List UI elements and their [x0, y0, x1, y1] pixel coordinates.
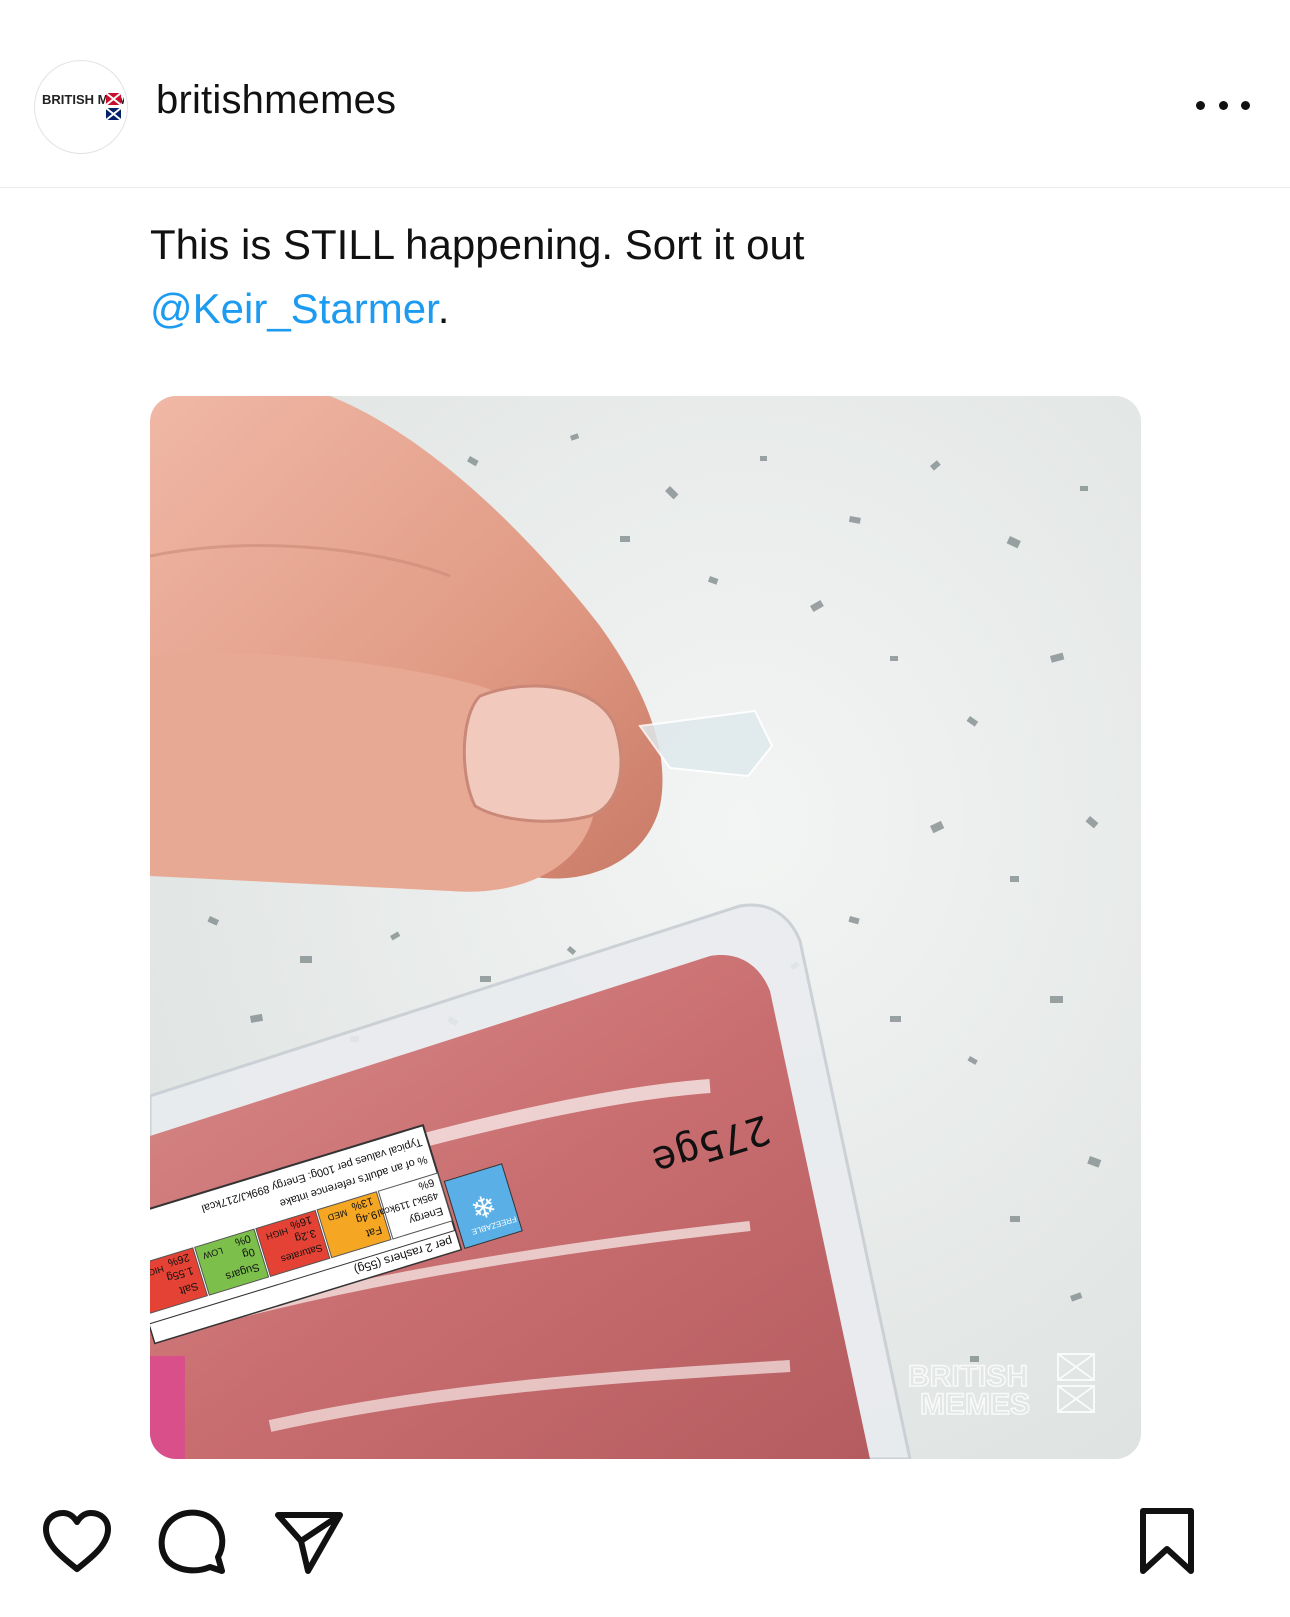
photo-illustration: per 2 rashers (55g) Energy Fat Saturates… [150, 396, 1141, 1459]
dot [1218, 100, 1228, 110]
avatar[interactable]: BRITISH MEMES [34, 60, 128, 154]
like-button[interactable] [40, 1505, 114, 1579]
dot [1196, 100, 1205, 110]
username[interactable]: britishmemes [156, 78, 396, 123]
dot [1241, 100, 1250, 110]
watermark-line-2: MEMES [920, 1388, 1030, 1421]
post-image[interactable]: per 2 rashers (55g) Energy Fat Saturates… [150, 396, 1141, 1459]
more-options-button[interactable] [1196, 90, 1250, 120]
mention-link[interactable]: @Keir_Starmer [150, 285, 438, 332]
bookmark-icon [1140, 1508, 1194, 1574]
britishmemes-logo-icon: BRITISH MEMES [42, 92, 124, 121]
share-button[interactable] [272, 1505, 346, 1579]
tweet-body: This is STILL happening. Sort it out [150, 221, 805, 268]
post-header: BRITISH MEMES britishmemes [0, 0, 1290, 188]
comment-icon [158, 1509, 226, 1574]
comment-button[interactable] [156, 1505, 230, 1579]
send-icon [275, 1512, 343, 1574]
action-bar [0, 1505, 1290, 1595]
heart-icon [43, 1510, 111, 1572]
save-button[interactable] [1130, 1505, 1204, 1579]
tweet-trailing: . [437, 285, 450, 332]
tweet-text: This is STILL happening. Sort it out @Ke… [150, 213, 1150, 341]
